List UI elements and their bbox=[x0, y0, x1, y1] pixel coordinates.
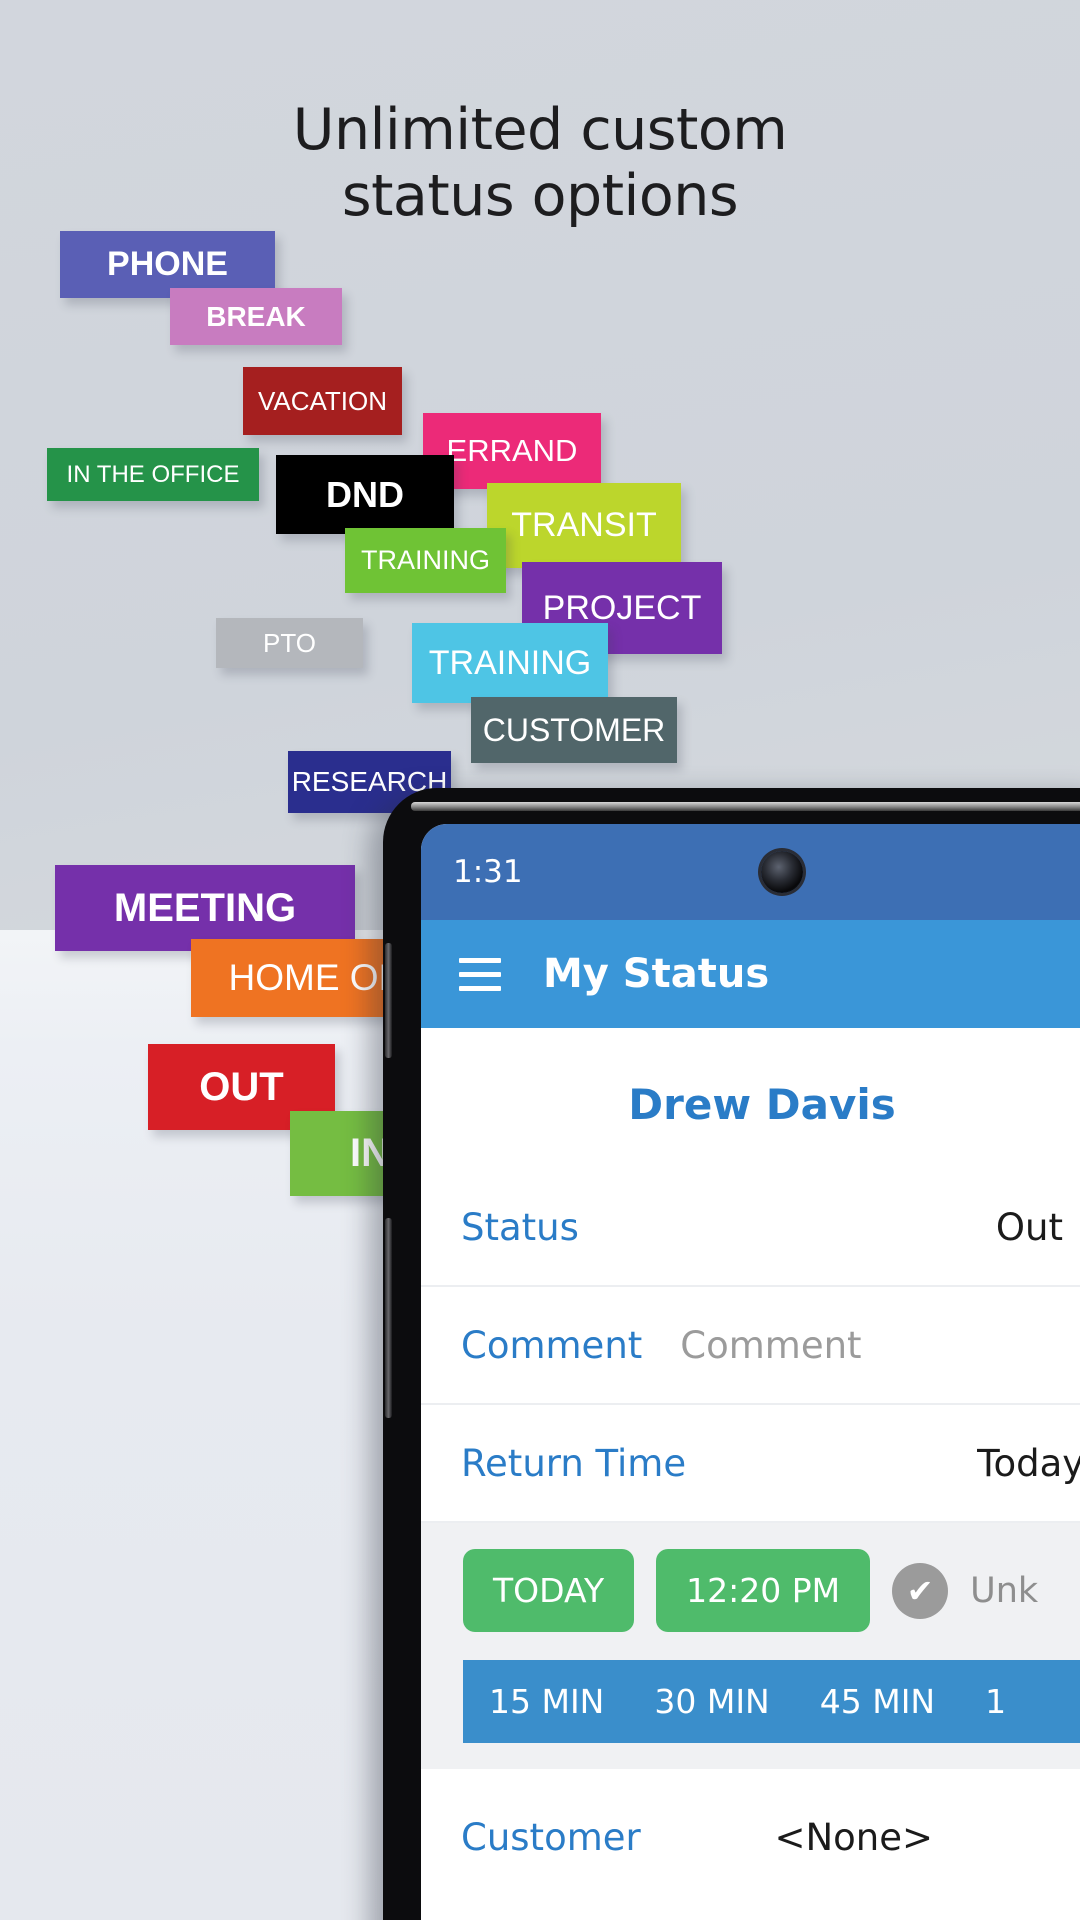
status-badge-label: PROJECT bbox=[542, 588, 702, 627]
status-badge: DND bbox=[276, 455, 454, 534]
status-badge-label: TRAINING bbox=[428, 643, 592, 682]
customer-row[interactable]: Customer <None> bbox=[421, 1769, 1080, 1895]
status-badge-label: DND bbox=[326, 473, 404, 515]
status-badge-label: PHONE bbox=[107, 245, 228, 283]
status-badge: TRAINING bbox=[345, 528, 506, 593]
time-chip-row: TODAY 12:20 PM ✔ Unk bbox=[463, 1549, 1080, 1632]
phone-device: 1:31 My Status Drew Davis Status Out Com… bbox=[383, 788, 1080, 1920]
person-name: Drew Davis bbox=[628, 1080, 896, 1129]
wifi-icon bbox=[1075, 854, 1080, 893]
comment-input[interactable]: Comment bbox=[680, 1324, 861, 1367]
duration-1hr[interactable]: 1 bbox=[985, 1682, 1006, 1721]
today-chip[interactable]: TODAY bbox=[463, 1549, 635, 1632]
status-badge-label: CUSTOMER bbox=[482, 711, 666, 748]
check-circle-icon[interactable]: ✔ bbox=[892, 1562, 949, 1619]
status-badge: CUSTOMER bbox=[471, 697, 677, 763]
status-badge: IN THE OFFICE bbox=[47, 448, 259, 501]
status-badge: VACATION bbox=[243, 367, 402, 435]
status-badge: BREAK bbox=[170, 288, 342, 345]
app-bar: My Status bbox=[421, 920, 1080, 1028]
status-badge: TRAINING bbox=[412, 623, 608, 703]
promo-screenshot: Unlimited custom status options PHONE BRE… bbox=[0, 0, 1080, 1920]
power-button[interactable] bbox=[385, 1218, 392, 1418]
duration-45min[interactable]: 45 MIN bbox=[820, 1682, 935, 1721]
status-badge-label: TRANSIT bbox=[511, 506, 657, 544]
customer-label: Customer bbox=[461, 1815, 641, 1859]
status-badge-label: VACATION bbox=[257, 385, 388, 416]
front-camera-icon bbox=[761, 851, 803, 893]
headline-line-2: status options bbox=[341, 162, 739, 229]
unknown-label: Unk bbox=[970, 1570, 1039, 1611]
app-content: Drew Davis Status Out Comment Comment Re… bbox=[421, 1028, 1080, 1895]
status-badge: TRANSIT bbox=[487, 483, 681, 568]
duration-15min[interactable]: 15 MIN bbox=[489, 1682, 604, 1721]
duration-30min[interactable]: 30 MIN bbox=[654, 1682, 769, 1721]
status-badge-label: ERRAND bbox=[446, 433, 578, 468]
comment-label: Comment bbox=[461, 1323, 643, 1367]
comment-row[interactable]: Comment Comment bbox=[421, 1287, 1080, 1405]
status-bar-clock: 1:31 bbox=[453, 854, 523, 890]
customer-value: <None> bbox=[774, 1815, 933, 1859]
return-time-value: Today 12 bbox=[977, 1441, 1080, 1485]
return-time-row[interactable]: Return Time Today 12 bbox=[421, 1405, 1080, 1523]
hamburger-menu-icon[interactable] bbox=[459, 957, 501, 991]
status-badge-label: BREAK bbox=[206, 300, 306, 332]
phone-screen: 1:31 My Status Drew Davis Status Out Com… bbox=[421, 824, 1080, 1920]
status-badge-label: TRAINING bbox=[360, 545, 490, 575]
headline-line-1: Unlimited custom bbox=[292, 97, 788, 163]
time-chip[interactable]: 12:20 PM bbox=[656, 1549, 871, 1632]
duration-quick-picks: 15 MIN 30 MIN 45 MIN 1 bbox=[463, 1660, 1080, 1743]
android-status-bar: 1:31 bbox=[421, 824, 1080, 920]
status-badge-label: MEETING bbox=[113, 885, 297, 930]
status-badge-label: PTO bbox=[263, 627, 316, 658]
return-time-label: Return Time bbox=[461, 1441, 687, 1485]
app-bar-title: My Status bbox=[543, 951, 770, 997]
page-title: Unlimited custom status options bbox=[0, 97, 1080, 229]
volume-button[interactable] bbox=[385, 943, 392, 1058]
status-badge-label: OUT bbox=[199, 1064, 284, 1109]
status-row[interactable]: Status Out bbox=[421, 1169, 1080, 1287]
status-value: Out bbox=[995, 1205, 1063, 1249]
status-badge: PTO bbox=[216, 618, 363, 668]
earpiece-speaker bbox=[411, 802, 1080, 811]
status-badge-label: IN THE OFFICE bbox=[66, 460, 240, 488]
return-time-picker-panel: TODAY 12:20 PM ✔ Unk 15 MIN 30 MIN 45 MI… bbox=[421, 1523, 1080, 1769]
status-label: Status bbox=[461, 1205, 579, 1249]
